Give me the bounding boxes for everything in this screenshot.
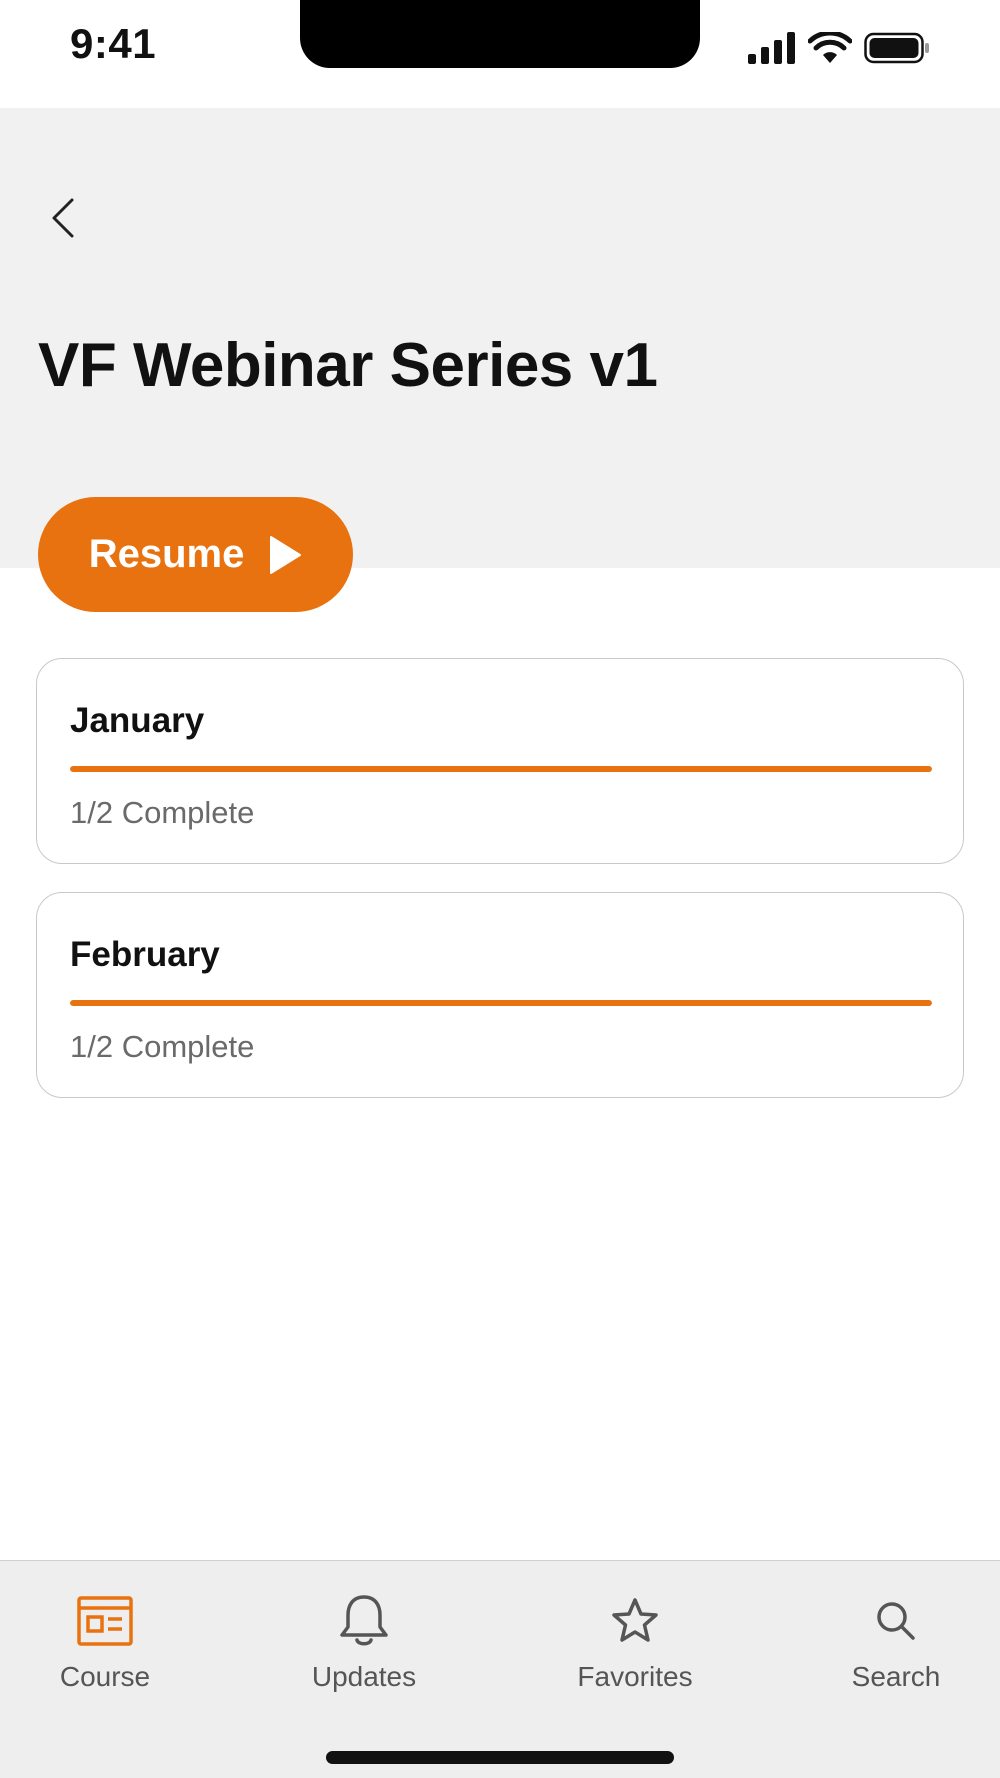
status-time: 9:41 — [70, 20, 157, 67]
course-icon — [77, 1596, 133, 1646]
play-icon — [270, 535, 302, 574]
bell-icon — [340, 1595, 388, 1646]
tab-label: Course — [59, 1661, 151, 1692]
resume-label: Resume — [88, 532, 245, 576]
module-title: January — [70, 701, 205, 740]
tab-search[interactable]: Search — [816, 1591, 976, 1701]
status-icons — [748, 32, 930, 64]
tab-updates[interactable]: Updates — [284, 1591, 444, 1701]
page-title: VF Webinar Series v1 — [38, 331, 658, 400]
tab-label: Updates — [311, 1661, 417, 1692]
module-status: 1/2 Complete — [70, 795, 255, 830]
home-indicator — [326, 1751, 674, 1764]
tab-favorites[interactable]: Favorites — [555, 1591, 715, 1701]
progress-bar — [70, 766, 932, 772]
module-card-january[interactable]: January 1/2 Complete — [36, 658, 964, 864]
progress-bar — [70, 1000, 932, 1006]
wifi-icon — [808, 32, 852, 63]
notch — [300, 0, 700, 68]
signal-icon — [748, 32, 795, 64]
status-bar: 9:41 — [0, 0, 1000, 108]
progress-fill — [70, 766, 932, 772]
module-card-february[interactable]: February 1/2 Complete — [36, 892, 964, 1098]
tab-course[interactable]: Course — [25, 1591, 185, 1701]
module-status: 1/2 Complete — [70, 1029, 255, 1064]
module-title: February — [70, 935, 220, 974]
back-button[interactable] — [38, 190, 88, 246]
battery-icon — [864, 32, 929, 64]
resume-button[interactable]: Resume — [38, 497, 353, 612]
search-icon — [877, 1602, 915, 1640]
chevron-left-icon — [52, 198, 74, 238]
tab-label: Search — [851, 1661, 941, 1692]
tab-bar: Course Updates Favorites Search — [0, 1560, 1000, 1778]
star-icon — [612, 1598, 658, 1642]
progress-fill — [70, 1000, 932, 1006]
tab-label: Favorites — [577, 1661, 693, 1692]
